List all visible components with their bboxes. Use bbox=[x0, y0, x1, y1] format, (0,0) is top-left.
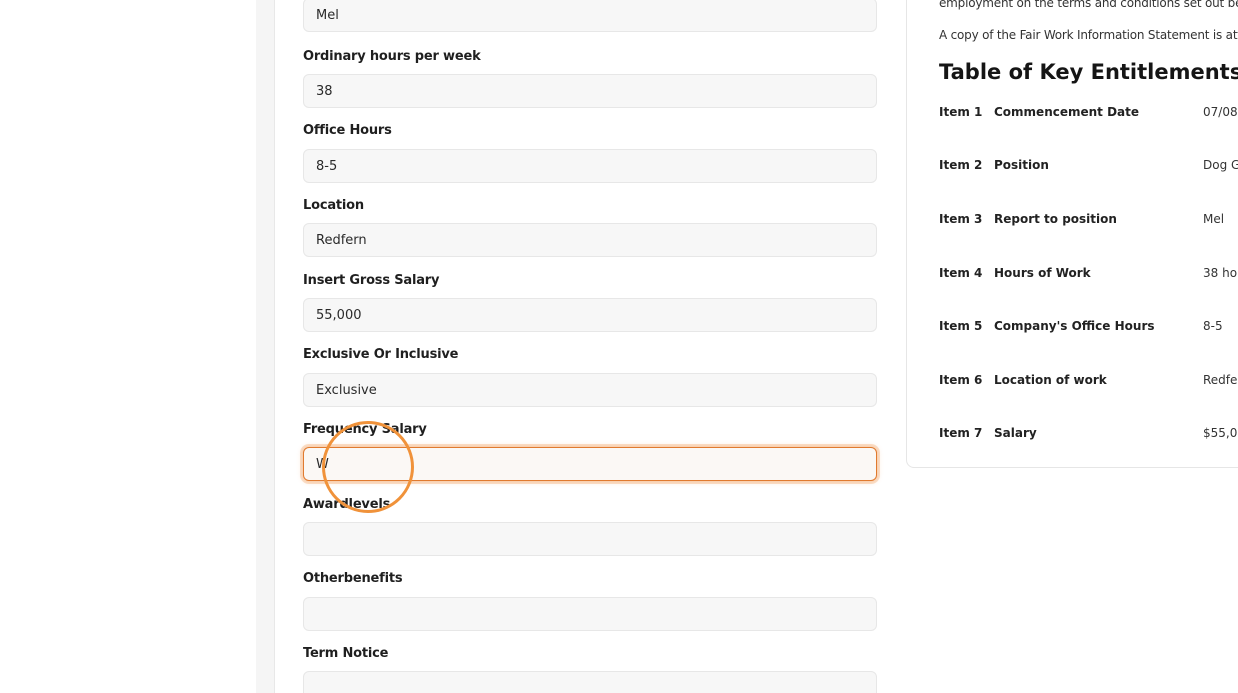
office-hours-input[interactable] bbox=[303, 149, 877, 183]
entitlement-row: Item 1 Commencement Date 07/08 bbox=[939, 105, 1238, 125]
form-panel bbox=[275, 0, 905, 693]
entitlement-value: Dog G bbox=[1203, 158, 1238, 172]
preview-intro-text: employment on the terms and conditions s… bbox=[939, 0, 1238, 10]
frequency-salary-label: Frequency Salary bbox=[303, 422, 427, 437]
side-strip bbox=[256, 0, 275, 693]
entitlement-item-number: Item 3 bbox=[939, 212, 983, 226]
location-input[interactable] bbox=[303, 223, 877, 257]
entitlement-item-number: Item 2 bbox=[939, 158, 983, 172]
office-hours-label: Office Hours bbox=[303, 123, 392, 138]
entitlement-row: Item 5 Company's Office Hours 8-5 bbox=[939, 319, 1238, 339]
entitlement-label: Company's Office Hours bbox=[994, 319, 1155, 333]
left-gutter bbox=[0, 0, 257, 693]
entitlement-item-number: Item 6 bbox=[939, 373, 983, 387]
entitlement-value: Mel bbox=[1203, 212, 1225, 226]
ordinary-hours-input[interactable] bbox=[303, 74, 877, 108]
report-to-input[interactable] bbox=[303, 0, 877, 32]
entitlement-item-number: Item 5 bbox=[939, 319, 983, 333]
entitlement-value: 38 hou bbox=[1203, 266, 1238, 280]
entitlement-item-number: Item 1 bbox=[939, 105, 983, 119]
exclusive-inclusive-input[interactable] bbox=[303, 373, 877, 407]
entitlement-value: 07/08 bbox=[1203, 105, 1238, 119]
entitlement-label: Hours of Work bbox=[994, 266, 1091, 280]
preview-fair-work-text: A copy of the Fair Work Information Stat… bbox=[939, 28, 1238, 42]
document-preview-panel bbox=[906, 0, 1238, 468]
awardlevels-input[interactable] bbox=[303, 522, 877, 556]
awardlevels-label: Awardlevels bbox=[303, 497, 391, 512]
entitlement-row: Item 3 Report to position Mel bbox=[939, 212, 1238, 232]
entitlement-row: Item 2 Position Dog G bbox=[939, 158, 1238, 178]
term-notice-label: Term Notice bbox=[303, 646, 389, 661]
gross-salary-label: Insert Gross Salary bbox=[303, 273, 440, 288]
entitlement-row: Item 6 Location of work Redfer bbox=[939, 373, 1238, 393]
frequency-salary-input[interactable] bbox=[303, 447, 877, 481]
entitlement-label: Location of work bbox=[994, 373, 1107, 387]
entitlement-label: Report to position bbox=[994, 212, 1117, 226]
otherbenefits-label: Otherbenefits bbox=[303, 571, 403, 586]
exclusive-inclusive-label: Exclusive Or Inclusive bbox=[303, 347, 459, 362]
key-entitlements-title: Table of Key Entitlements bbox=[939, 60, 1238, 84]
entitlement-value: $55,00 bbox=[1203, 426, 1238, 440]
entitlement-value: Redfer bbox=[1203, 373, 1238, 387]
entitlement-item-number: Item 7 bbox=[939, 426, 983, 440]
entitlement-value: 8-5 bbox=[1203, 319, 1223, 333]
entitlement-row: Item 7 Salary $55,00 bbox=[939, 426, 1238, 446]
entitlement-label: Position bbox=[994, 158, 1049, 172]
location-label: Location bbox=[303, 198, 364, 213]
entitlement-label: Salary bbox=[994, 426, 1037, 440]
ordinary-hours-label: Ordinary hours per week bbox=[303, 49, 481, 64]
otherbenefits-input[interactable] bbox=[303, 597, 877, 631]
term-notice-input[interactable] bbox=[303, 671, 877, 693]
click-indicator-ring bbox=[322, 421, 414, 513]
gross-salary-input[interactable] bbox=[303, 298, 877, 332]
entitlement-item-number: Item 4 bbox=[939, 266, 983, 280]
entitlement-label: Commencement Date bbox=[994, 105, 1140, 119]
entitlement-row: Item 4 Hours of Work 38 hou bbox=[939, 266, 1238, 286]
